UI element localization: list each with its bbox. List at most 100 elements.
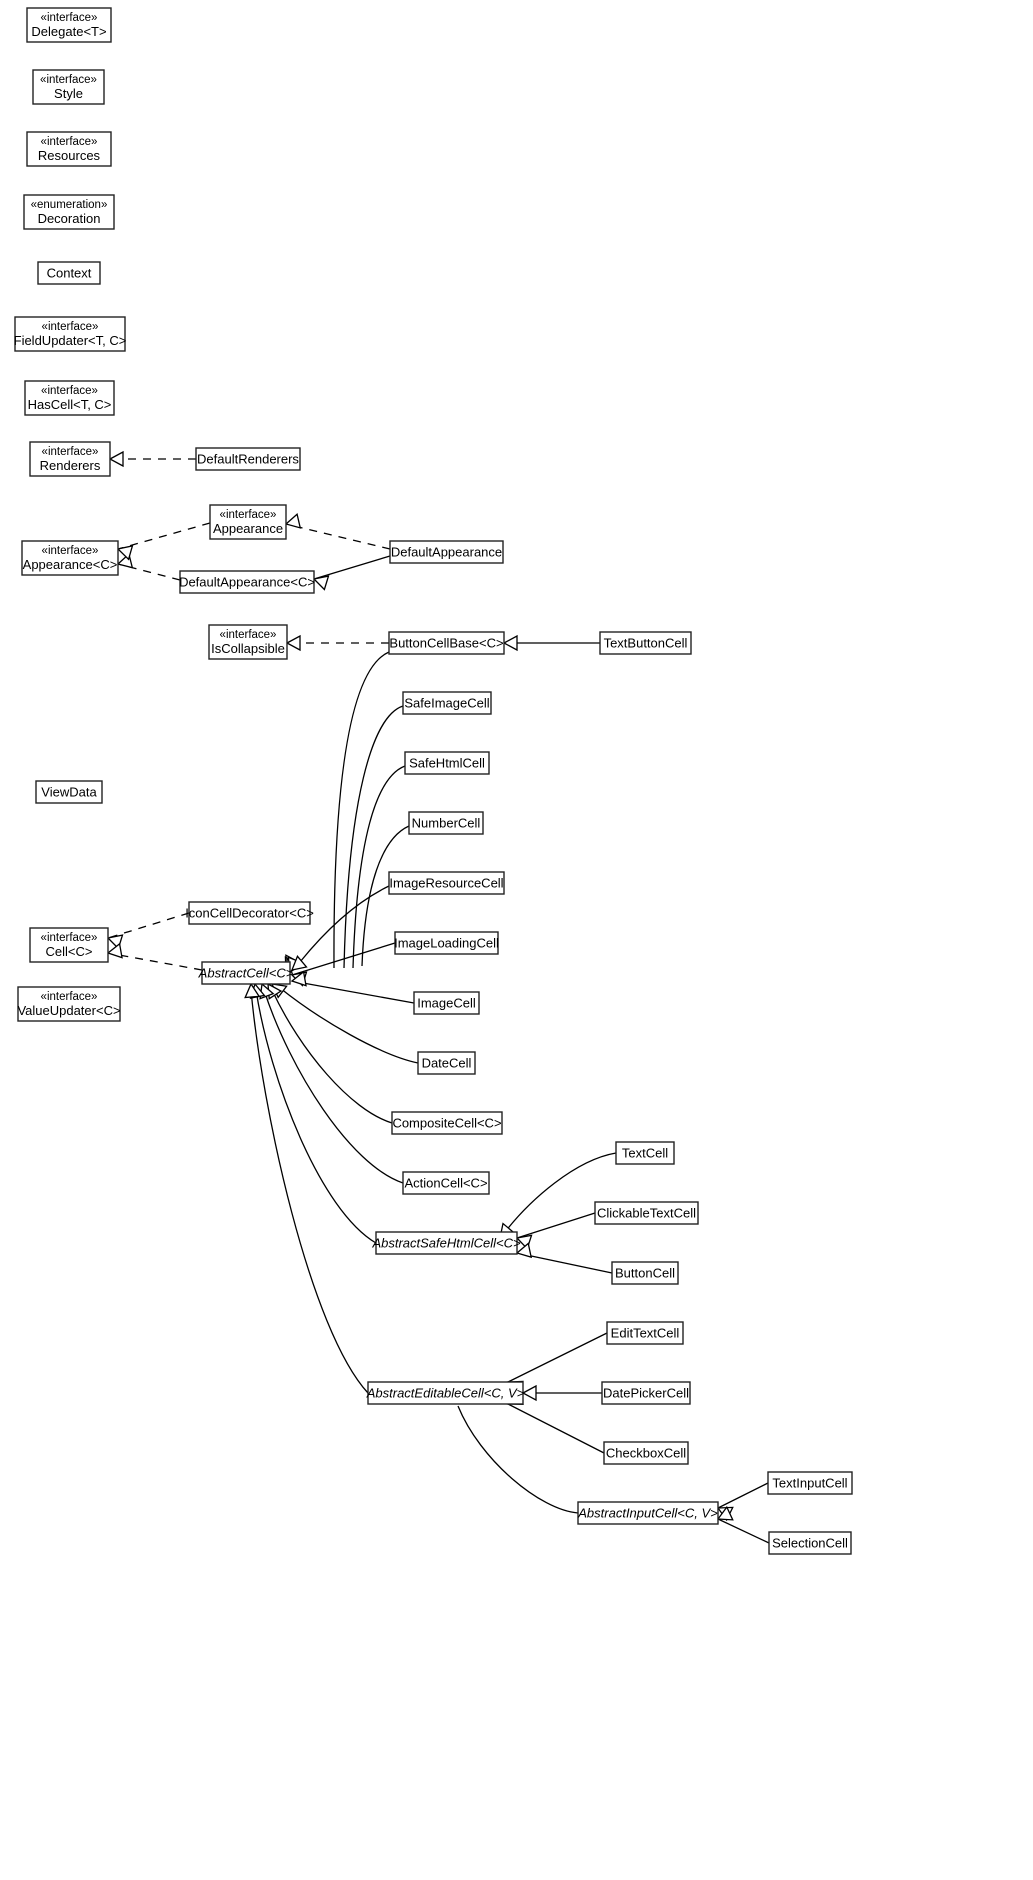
class-name: DefaultRenderers [197, 451, 299, 466]
uml-class-selection-cell[interactable]: SelectionCell [768, 1531, 852, 1555]
edge-button-cell-base-to-is-collapsible [285, 634, 389, 652]
uml-class-image-loading-cell[interactable]: ImageLoadingCell [394, 931, 499, 955]
uml-class-button-cell-base[interactable]: ButtonCellBase<C> [388, 631, 505, 655]
class-name: Delegate<T> [31, 24, 106, 39]
class-name: AbstractCell<C> [198, 965, 294, 980]
uml-class-image-resource-cell[interactable]: ImageResourceCell [388, 871, 505, 895]
class-name: AbstractSafeHtmlCell<C> [371, 1235, 521, 1250]
uml-class-value-updater[interactable]: «interface»ValueUpdater<C> [17, 986, 121, 1022]
class-name: SafeImageCell [404, 695, 489, 710]
uml-class-is-collapsible[interactable]: «interface»IsCollapsible [208, 624, 288, 660]
uml-class-clickable-text-cell[interactable]: ClickableTextCell [594, 1201, 699, 1225]
class-name: EditTextCell [611, 1325, 680, 1340]
uml-class-decoration[interactable]: «enumeration»Decoration [23, 194, 115, 230]
class-name: AbstractEditableCell<C, V> [366, 1385, 525, 1400]
class-stereotype: «interface» [41, 932, 98, 944]
class-name: Decoration [38, 211, 101, 226]
class-name: ButtonCellBase<C> [389, 635, 503, 650]
uml-class-view-data[interactable]: ViewData [35, 780, 103, 804]
class-name: ButtonCell [615, 1265, 675, 1280]
class-name: DatePickerCell [603, 1385, 689, 1400]
edge-abstract-editable-to-abstract-cell [244, 982, 369, 1394]
class-name: ActionCell<C> [404, 1175, 487, 1190]
edge-default-appearance-to-default-appearance-c [312, 555, 391, 591]
uml-class-safe-image-cell[interactable]: SafeImageCell [402, 691, 492, 715]
class-name: ImageLoadingCell [394, 935, 499, 950]
class-name: TextButtonCell [604, 635, 688, 650]
uml-class-safe-html-cell[interactable]: SafeHtmlCell [404, 751, 490, 775]
class-name: FieldUpdater<T, C> [14, 333, 127, 348]
uml-class-composite-cell[interactable]: CompositeCell<C> [391, 1111, 503, 1135]
class-name: NumberCell [412, 815, 481, 830]
uml-class-has-cell[interactable]: «interface»HasCell<T, C> [24, 380, 115, 416]
uml-class-edit-text-cell[interactable]: EditTextCell [606, 1321, 684, 1345]
edge-image-loading-cell-to-abstract-cell [290, 942, 396, 987]
uml-class-text-cell[interactable]: TextCell [615, 1141, 675, 1165]
uml-class-appearance-c[interactable]: «interface»Appearance<C> [21, 540, 119, 576]
uml-class-renderers[interactable]: «interface»Renderers [29, 441, 111, 477]
uml-class-button-cell[interactable]: ButtonCell [611, 1261, 679, 1285]
edge-text-cell-to-abstract-safehtml [499, 1152, 617, 1240]
uml-class-action-cell[interactable]: ActionCell<C> [402, 1171, 490, 1195]
uml-class-icon-cell-decorator[interactable]: IconCellDecorator<C> [185, 901, 314, 925]
edge-selection-cell-to-abstract-input [716, 1505, 770, 1544]
uml-class-cell-c[interactable]: «interface»Cell<C> [29, 927, 109, 963]
generalization-arrowhead [106, 942, 123, 959]
uml-class-text-input-cell[interactable]: TextInputCell [767, 1471, 853, 1495]
uml-class-abstract-safehtml[interactable]: AbstractSafeHtmlCell<C> [371, 1231, 521, 1255]
class-name: TextInputCell [772, 1475, 847, 1490]
uml-class-image-cell[interactable]: ImageCell [413, 991, 480, 1015]
class-name: ValueUpdater<C> [17, 1003, 120, 1018]
uml-class-default-appearance-c[interactable]: DefaultAppearance<C> [179, 570, 315, 594]
class-name: CheckboxCell [606, 1445, 686, 1460]
generalization-arrowhead [108, 450, 124, 468]
class-name: Style [54, 86, 83, 101]
class-name: Resources [38, 148, 101, 163]
uml-class-field-updater[interactable]: «interface»FieldUpdater<T, C> [14, 316, 127, 352]
class-stereotype: «enumeration» [31, 199, 108, 211]
uml-class-number-cell[interactable]: NumberCell [408, 811, 484, 835]
edge-number-cell-to-abstract-cell [287, 825, 410, 974]
class-stereotype: «interface» [41, 136, 98, 148]
class-name: IconCellDecorator<C> [185, 905, 314, 920]
class-name: SafeHtmlCell [409, 755, 485, 770]
uml-class-checkbox-cell[interactable]: CheckboxCell [603, 1441, 689, 1465]
edge-button-cell-to-abstract-safehtml [515, 1242, 613, 1274]
class-name: Context [47, 265, 92, 280]
generalization-arrowhead [284, 513, 302, 529]
class-name: HasCell<T, C> [28, 397, 112, 412]
uml-class-appearance-if[interactable]: «interface»Appearance [209, 504, 287, 540]
uml-class-abstract-input[interactable]: AbstractInputCell<C, V> [577, 1501, 719, 1525]
class-stereotype: «interface» [220, 509, 277, 521]
class-name: DateCell [422, 1055, 472, 1070]
class-name: CompositeCell<C> [392, 1115, 501, 1130]
uml-class-context[interactable]: Context [37, 261, 101, 285]
uml-class-date-cell[interactable]: DateCell [417, 1051, 476, 1075]
class-name: Appearance [213, 521, 283, 536]
uml-class-default-renderers[interactable]: DefaultRenderers [195, 447, 301, 471]
uml-class-abstract-editable[interactable]: AbstractEditableCell<C, V> [366, 1381, 525, 1405]
class-name: ImageCell [417, 995, 476, 1010]
generalization-arrowhead [285, 634, 301, 652]
edge-image-cell-to-abstract-cell [290, 970, 415, 1004]
class-stereotype: «interface» [41, 12, 98, 24]
edge-abstract-safehtml-to-abstract-cell [249, 982, 377, 1244]
class-stereotype: «interface» [41, 991, 98, 1003]
edge-text-button-cell-to-button-cell-base [502, 634, 600, 652]
class-name: AbstractInputCell<C, V> [577, 1505, 718, 1520]
uml-class-diagram: «interface» Delegate<T> «interface» Style «i… [0, 0, 1033, 1880]
class-name: DefaultAppearance [391, 544, 502, 559]
uml-class-default-appearance[interactable]: DefaultAppearance [389, 540, 504, 564]
uml-class-resources[interactable]: «interface»Resources [26, 131, 112, 167]
edge-appearance-c-to-appearance-if [116, 522, 211, 561]
uml-class-style[interactable]: «interface»Style [32, 69, 105, 105]
class-stereotype: «interface» [40, 74, 97, 86]
edge-default-appearance-to-appearance-if [284, 513, 391, 550]
edge-default-renderers-to-renderers [108, 450, 196, 468]
uml-class-date-picker-cell[interactable]: DatePickerCell [601, 1381, 691, 1405]
uml-class-delegate[interactable]: «interface»Delegate<T> [26, 7, 112, 43]
generalization-arrowhead [502, 634, 518, 652]
uml-class-text-button-cell[interactable]: TextButtonCell [599, 631, 692, 655]
uml-class-abstract-cell[interactable]: AbstractCell<C> [198, 961, 294, 985]
nodes-layer: «interface»Delegate<T>«interface»Style«i… [14, 7, 853, 1555]
